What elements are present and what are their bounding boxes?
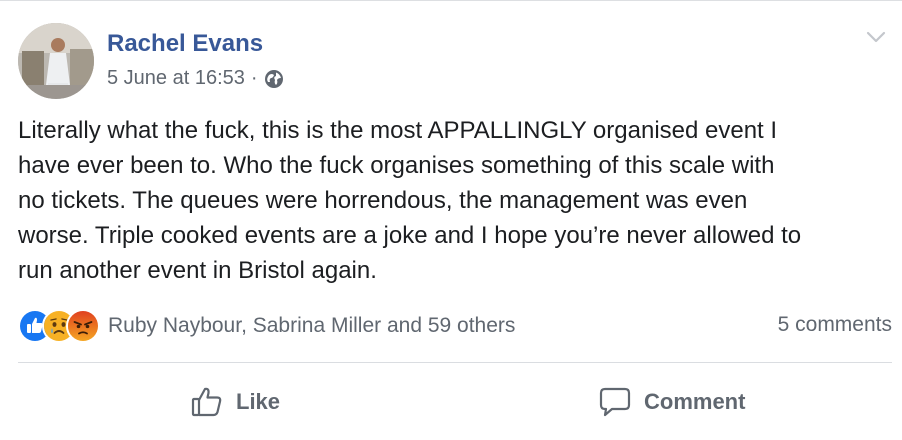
reactions-row: Ruby Naybour, Sabrina Miller and 59 othe…: [18, 309, 515, 343]
thumbs-up-icon: [191, 387, 222, 417]
speech-bubble-icon: [599, 387, 631, 417]
reactions-summary-link[interactable]: Ruby Naybour, Sabrina Miller and 59 othe…: [108, 314, 515, 338]
post-card: Rachel Evans 5 June at 16:53 · Literally…: [0, 0, 902, 440]
author-name-link[interactable]: Rachel Evans: [107, 30, 263, 58]
comment-button[interactable]: Comment: [598, 381, 745, 423]
like-button[interactable]: Like: [190, 381, 280, 423]
comments-count-link[interactable]: 5 comments: [778, 313, 892, 337]
avatar-photo: [18, 23, 94, 99]
author-avatar[interactable]: [18, 23, 94, 99]
post-meta: 5 June at 16:53 ·: [107, 67, 284, 90]
meta-separator: ·: [250, 67, 258, 89]
chevron-down-icon[interactable]: [864, 27, 888, 47]
post-body-text: Literally what the fuck, this is the mos…: [18, 117, 802, 284]
angry-reaction-icon[interactable]: [66, 309, 100, 343]
comment-button-label: Comment: [644, 389, 746, 414]
post-timestamp-link[interactable]: 5 June at 16:53: [107, 67, 245, 90]
like-button-label: Like: [236, 389, 281, 414]
divider: [18, 362, 892, 363]
globe-icon[interactable]: [264, 69, 284, 89]
